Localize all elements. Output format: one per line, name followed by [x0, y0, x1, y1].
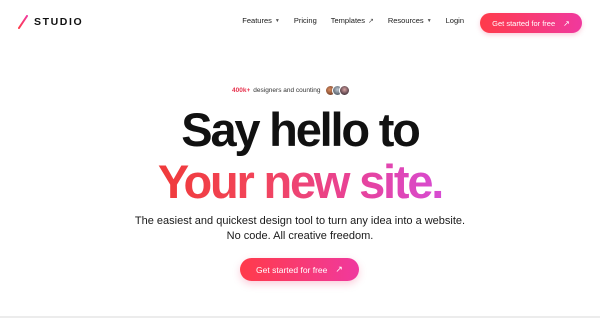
- hero-title-line1: Say hello to: [181, 103, 421, 156]
- badge-text: designers and counting: [253, 86, 321, 94]
- nav-item-pricing[interactable]: Pricing: [294, 16, 317, 25]
- nav-item-label: Resources: [387, 16, 424, 25]
- subtitle-line1: The easiest and quickest design tool to …: [134, 215, 466, 227]
- nav-cta-label: Get started for free: [492, 18, 556, 28]
- subtitle-line2: No code. All creative freedom.: [226, 230, 374, 242]
- logo-text: STUDIO: [34, 16, 84, 28]
- nav-item-login[interactable]: Login: [446, 16, 464, 25]
- nav-item-features[interactable]: Features ▼: [242, 16, 280, 25]
- nav-item-label: Templates: [330, 16, 365, 25]
- nav-item-label: Login: [445, 16, 464, 25]
- social-proof-badge: 400k+ designers and counting: [232, 82, 351, 98]
- chevron-down-icon: ▼: [274, 17, 280, 24]
- hero-subtitle: The easiest and quickest design tool to …: [0, 214, 600, 244]
- avatar-group: [325, 84, 351, 96]
- nav-item-resources[interactable]: Resources ▼: [388, 16, 432, 25]
- hero-title-line2: Your new site.: [157, 155, 445, 208]
- avatar: [339, 84, 351, 96]
- nav-get-started-button[interactable]: Get started for free ↗: [480, 13, 582, 33]
- studio-logo[interactable]: STUDIO: [18, 15, 83, 29]
- hero-get-started-button[interactable]: Get started for free ↗: [240, 258, 359, 281]
- arrow-up-right-icon: ↗: [563, 18, 570, 28]
- nav-item-templates[interactable]: Templates ↗: [331, 16, 374, 25]
- nav-item-label: Features: [242, 16, 272, 25]
- hero-title: Say hello to Your new site.: [0, 104, 600, 208]
- nav-links: Features ▼ Pricing Templates ↗ Resources…: [228, 16, 464, 25]
- chevron-down-icon: ▼: [426, 17, 432, 24]
- designer-count: 400k+: [232, 86, 251, 94]
- arrow-up-right-icon: ↗: [367, 17, 374, 25]
- hero-cta-label: Get started for free: [256, 264, 328, 275]
- slash-logo-icon: [18, 15, 28, 29]
- arrow-up-right-icon: ↗: [335, 264, 343, 274]
- top-navigation: STUDIO Features ▼ Pricing Templates ↗ Re…: [0, 0, 600, 46]
- nav-item-label: Pricing: [293, 16, 317, 25]
